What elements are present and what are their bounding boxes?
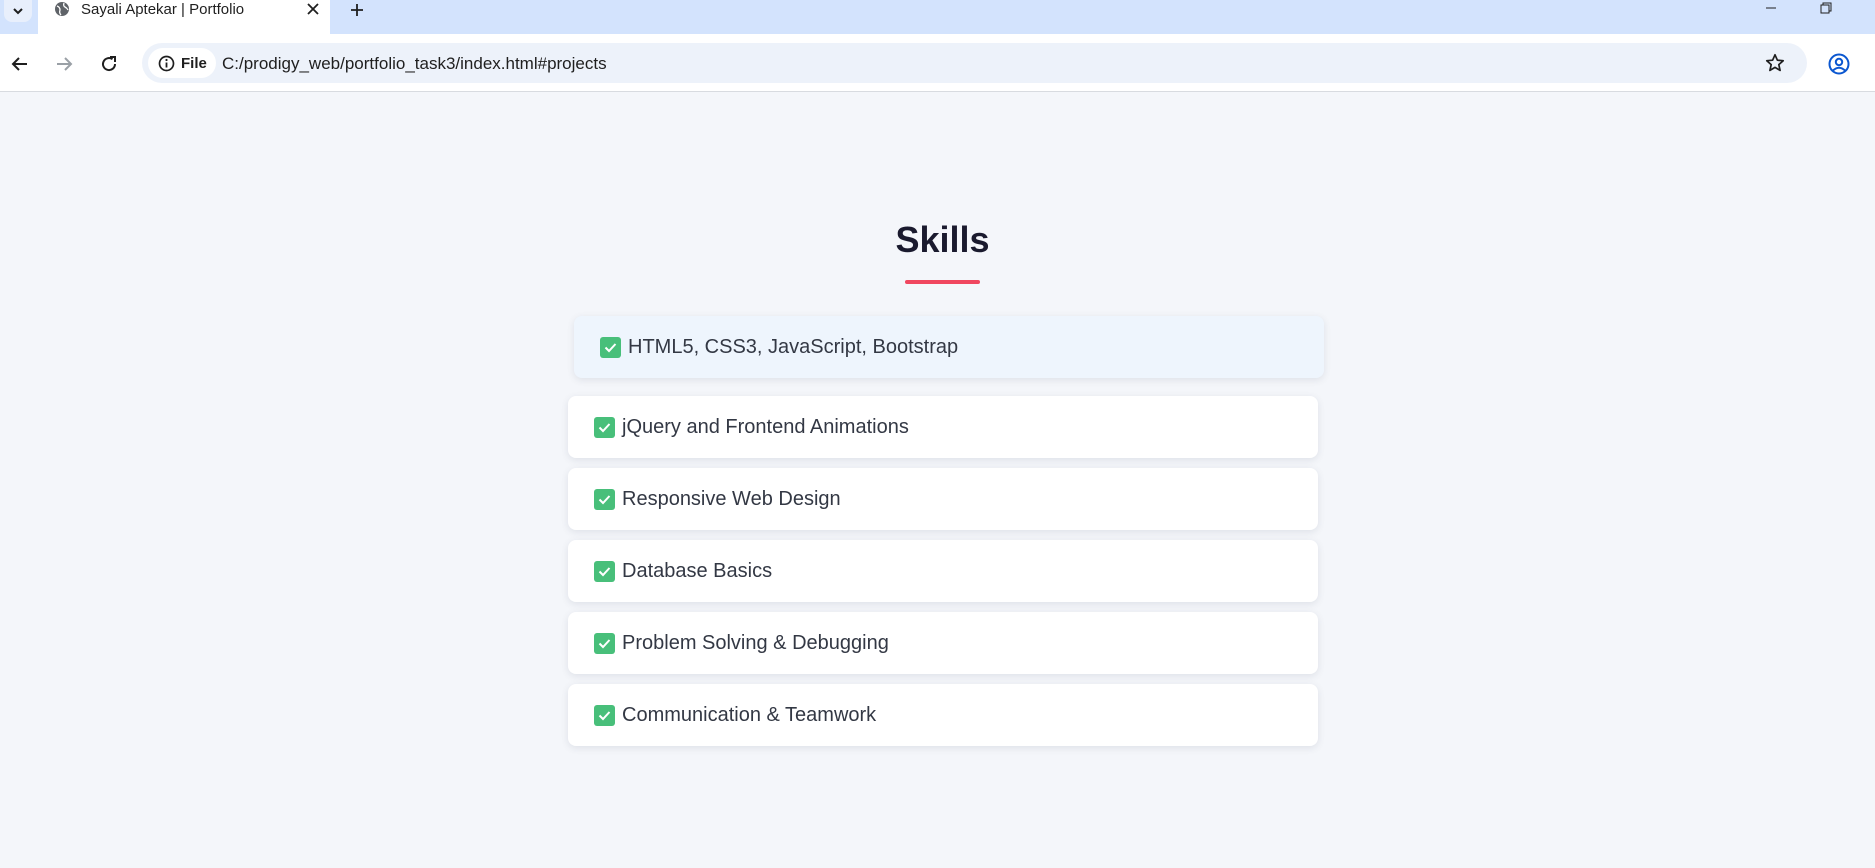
- check-mark-icon: [594, 704, 615, 726]
- info-icon: [158, 55, 175, 71]
- arrow-right-icon: [57, 57, 73, 71]
- url-text[interactable]: C:/prodigy_web/portfolio_task3/index.htm…: [222, 54, 607, 74]
- new-tab-button[interactable]: [347, 0, 367, 20]
- profile-icon: [1828, 53, 1850, 75]
- tab-close-button[interactable]: [304, 0, 322, 18]
- profile-button[interactable]: [1825, 50, 1853, 78]
- skill-card[interactable]: Problem Solving & Debugging: [568, 612, 1318, 674]
- reload-button[interactable]: [94, 49, 124, 79]
- check-mark-icon: [594, 416, 615, 438]
- skill-label: Database Basics: [622, 559, 773, 582]
- page-content: Skills HTML5, CSS3, JavaScript, Bootstra…: [0, 92, 1875, 868]
- skill-card[interactable]: Communication & Teamwork: [568, 684, 1318, 746]
- check-mark-icon: [600, 336, 621, 358]
- bookmark-button[interactable]: [1764, 52, 1786, 74]
- arrow-left-icon: [11, 57, 27, 71]
- site-info-chip[interactable]: File: [148, 48, 216, 78]
- skill-label: Responsive Web Design: [622, 487, 841, 510]
- restore-icon: [1820, 2, 1832, 14]
- active-tab[interactable]: Sayali Aptekar | Portfolio: [38, 0, 330, 34]
- plus-icon: [351, 4, 363, 16]
- skill-card[interactable]: Database Basics: [568, 540, 1318, 602]
- site-chip-label: File: [181, 54, 207, 72]
- check-mark-icon: [594, 488, 615, 510]
- minimize-button[interactable]: [1761, 0, 1781, 16]
- forward-button[interactable]: [49, 49, 79, 79]
- minimize-icon: [1766, 7, 1776, 9]
- address-bar[interactable]: File C:/prodigy_web/portfolio_task3/inde…: [142, 43, 1807, 83]
- skill-label: Communication & Teamwork: [622, 703, 877, 726]
- skill-card[interactable]: Responsive Web Design: [568, 468, 1318, 530]
- skill-card[interactable]: HTML5, CSS3, JavaScript, Bootstrap: [574, 316, 1324, 378]
- reload-icon: [102, 56, 117, 72]
- skill-label: HTML5, CSS3, JavaScript, Bootstrap: [628, 335, 959, 358]
- star-icon: [1765, 53, 1785, 72]
- tab-bar: Sayali Aptekar | Portfolio: [0, 0, 1875, 34]
- globe-icon: [55, 2, 69, 16]
- back-button[interactable]: [5, 49, 35, 79]
- section-title: Skills: [895, 219, 990, 260]
- check-mark-icon: [594, 560, 615, 582]
- restore-button[interactable]: [1816, 0, 1836, 16]
- skill-label: jQuery and Frontend Animations: [622, 415, 909, 438]
- chevron-down-icon: [13, 8, 23, 15]
- title-underline: [905, 280, 980, 284]
- close-icon: [307, 3, 319, 15]
- check-mark-icon: [594, 632, 615, 654]
- skills-list: HTML5, CSS3, JavaScript, Bootstrap jQuer…: [568, 316, 1324, 756]
- skill-card[interactable]: jQuery and Frontend Animations: [568, 396, 1318, 458]
- browser-toolbar: File C:/prodigy_web/portfolio_task3/inde…: [0, 34, 1875, 92]
- skill-label: Problem Solving & Debugging: [622, 631, 889, 654]
- tab-search-button[interactable]: [4, 0, 32, 22]
- tab-title: Sayali Aptekar | Portfolio: [81, 1, 245, 18]
